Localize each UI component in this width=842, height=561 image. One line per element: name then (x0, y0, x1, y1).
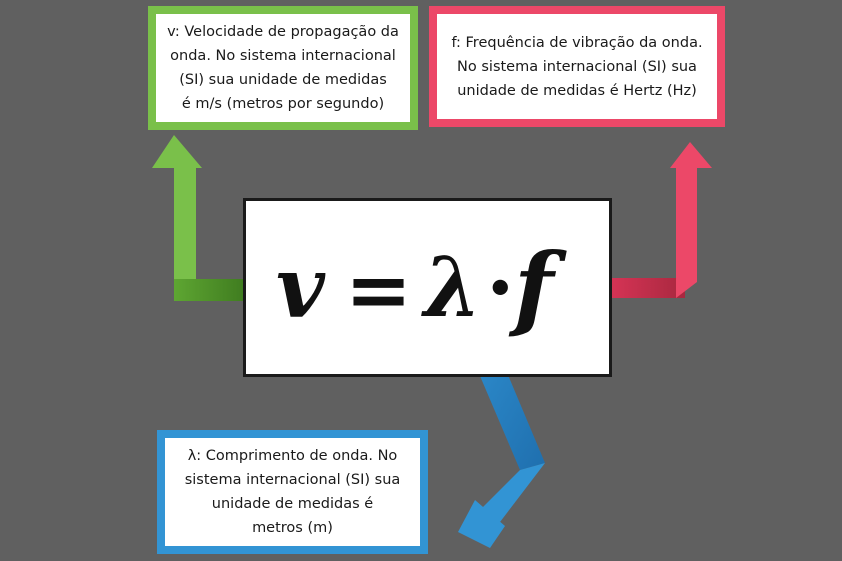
formula-box: v = λ · f (243, 198, 612, 377)
wavelength-definition-box: λ: Comprimento de onda. No sistema inter… (157, 430, 428, 554)
velocity-line: (SI) sua unidade de medidas (179, 72, 387, 88)
wavelength-line: λ: Comprimento de onda. No (187, 448, 398, 464)
frequency-line: f: Frequência de vibração da onda. (451, 34, 703, 51)
frequency-definition-text: f: Frequência de vibração da onda. No si… (451, 31, 702, 103)
velocity-line: onda. No sistema internacional (170, 48, 396, 64)
frequency-line: unidade de medidas é Hertz (Hz) (457, 82, 697, 99)
velocity-definition-box: v: Velocidade de propagação da onda. No … (148, 6, 418, 130)
wavelength-line: unidade de medidas é (211, 496, 374, 512)
formula-equals-sign: = (345, 242, 413, 336)
velocity-line: é m/s (metros por segundo) (181, 96, 385, 112)
frequency-line: No sistema internacional (SI) sua (457, 58, 697, 75)
frequency-definition-box: f: Frequência de vibração da onda. No si… (429, 6, 725, 127)
formula-velocity-symbol: v (276, 238, 325, 337)
wavelength-definition-text: λ: Comprimento de onda. No sistema inter… (185, 444, 401, 540)
velocity-line: v: Velocidade de propagação da (167, 24, 399, 40)
formula-multiply-dot: · (486, 240, 515, 336)
arrow-to-velocity (152, 135, 248, 301)
formula-lambda-symbol: λ (424, 240, 482, 336)
formula-frequency-symbol: f (514, 233, 554, 341)
wavelength-line: metros (m) (252, 520, 333, 536)
velocity-definition-text: v: Velocidade de propagação da onda. No … (167, 20, 399, 116)
wavelength-line: sistema internacional (SI) sua (184, 472, 401, 488)
